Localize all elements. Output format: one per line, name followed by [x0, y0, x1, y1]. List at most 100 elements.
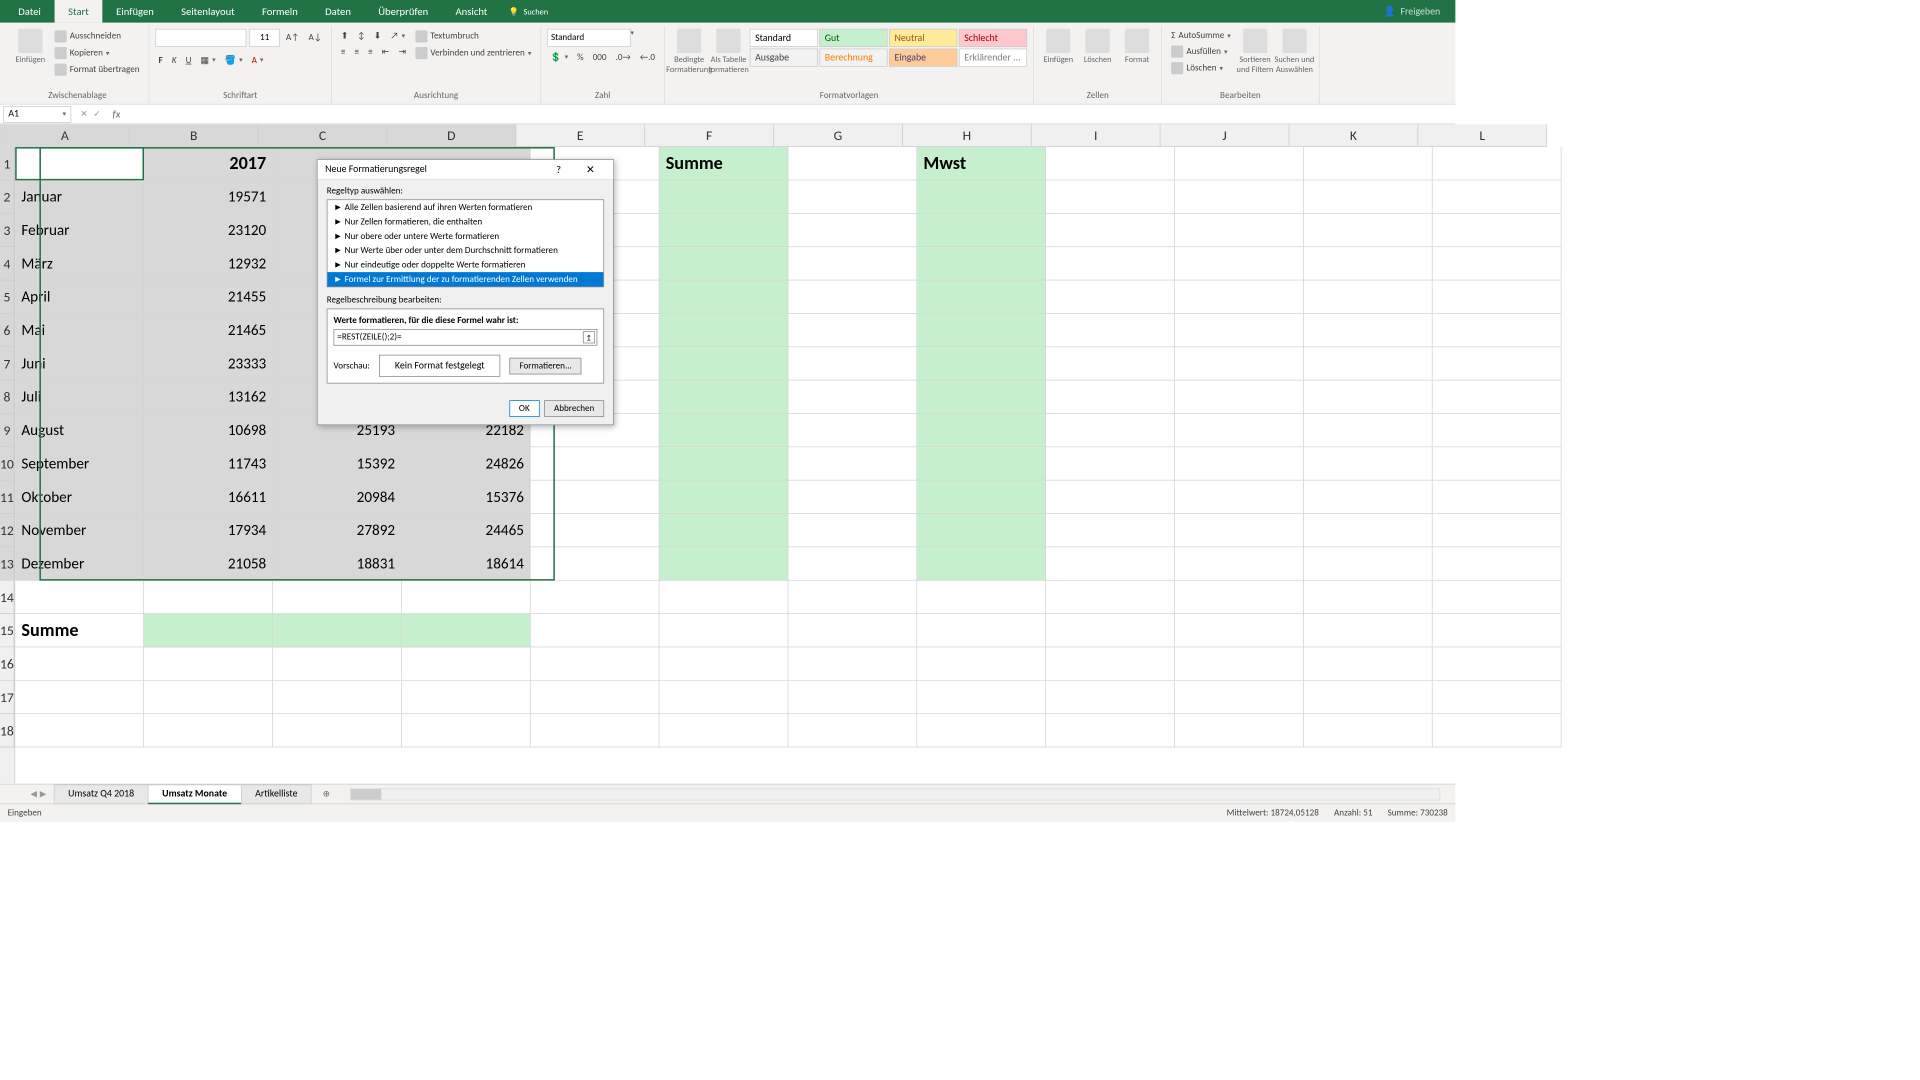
cell[interactable]	[789, 381, 918, 414]
cell[interactable]	[1046, 147, 1175, 180]
cell[interactable]	[531, 714, 660, 747]
cell[interactable]: 12932	[144, 247, 273, 280]
cell[interactable]	[1175, 514, 1304, 547]
number-format-select[interactable]	[547, 29, 630, 47]
cell[interactable]	[1175, 447, 1304, 480]
cell[interactable]	[789, 447, 918, 480]
fill-button[interactable]: Ausfüllen▾	[1168, 44, 1234, 59]
cell[interactable]	[789, 714, 918, 747]
cell[interactable]: Oktober	[15, 481, 144, 514]
align-bottom-button[interactable]: ⬇	[371, 29, 385, 43]
cell[interactable]	[789, 347, 918, 380]
font-size-select[interactable]	[249, 29, 279, 47]
cell[interactable]	[789, 581, 918, 614]
cell[interactable]	[1304, 614, 1433, 647]
cell[interactable]: 10698	[144, 414, 273, 447]
col-header-H[interactable]: H	[903, 124, 1032, 147]
row-header-15[interactable]: 15	[0, 614, 15, 647]
fill-color-button[interactable]: 🪣▾	[222, 53, 246, 67]
row-header-16[interactable]: 16	[0, 647, 15, 680]
cell[interactable]	[1433, 581, 1562, 614]
cell[interactable]	[531, 647, 660, 680]
row-header-8[interactable]: 8	[0, 381, 15, 414]
cell[interactable]	[789, 647, 918, 680]
cell[interactable]	[660, 581, 789, 614]
cell[interactable]	[15, 647, 144, 680]
cell-style-7[interactable]: Erklärender ...	[959, 49, 1027, 67]
cell[interactable]	[531, 547, 660, 580]
rule-option-0[interactable]: ► Alle Zellen basierend auf ihren Werten…	[327, 200, 603, 214]
cell[interactable]	[789, 414, 918, 447]
rule-type-list[interactable]: ► Alle Zellen basierend auf ihren Werten…	[327, 199, 604, 287]
cell[interactable]	[1304, 347, 1433, 380]
comma-button[interactable]: 000	[590, 50, 610, 64]
tab-daten[interactable]: Daten	[311, 0, 364, 23]
cell[interactable]	[1304, 247, 1433, 280]
cell[interactable]	[1304, 547, 1433, 580]
cell[interactable]	[917, 214, 1046, 247]
cell[interactable]	[1433, 414, 1562, 447]
cell[interactable]	[917, 247, 1046, 280]
cell[interactable]	[1433, 547, 1562, 580]
col-header-G[interactable]: G	[774, 124, 903, 147]
cell[interactable]: September	[15, 447, 144, 480]
cell[interactable]	[660, 381, 789, 414]
cell[interactable]: 15376	[402, 481, 531, 514]
cell[interactable]: 24826	[402, 447, 531, 480]
cell[interactable]: 21465	[144, 314, 273, 347]
cell[interactable]	[531, 581, 660, 614]
cell[interactable]	[1046, 647, 1175, 680]
cell[interactable]	[144, 714, 273, 747]
cell[interactable]	[531, 614, 660, 647]
cell[interactable]: Februar	[15, 214, 144, 247]
cell[interactable]: 18614	[402, 547, 531, 580]
cell[interactable]	[1175, 547, 1304, 580]
sheet-next-icon[interactable]: ▶	[40, 789, 46, 799]
font-family-select[interactable]	[155, 29, 246, 47]
cell-style-1[interactable]: Gut	[820, 29, 888, 47]
tab-ansicht[interactable]: Ansicht	[442, 0, 501, 23]
find-select-button[interactable]: Suchen und Auswählen	[1276, 29, 1312, 74]
cell[interactable]	[402, 614, 531, 647]
cell[interactable]	[789, 547, 918, 580]
cell[interactable]	[917, 514, 1046, 547]
sheet-tab-2[interactable]: Artikelliste	[241, 784, 312, 804]
border-button[interactable]: ▦▾	[198, 53, 219, 67]
cell[interactable]	[1304, 314, 1433, 347]
cancel-button[interactable]: Abbrechen	[544, 400, 604, 417]
decrease-decimal-button[interactable]: ←.0	[637, 50, 658, 64]
rule-option-4[interactable]: ► Nur eindeutige oder doppelte Werte for…	[327, 258, 603, 272]
format-button[interactable]: Formatieren...	[510, 357, 582, 374]
col-header-J[interactable]: J	[1160, 124, 1289, 147]
tab-überprüfen[interactable]: Überprüfen	[365, 0, 442, 23]
cell[interactable]	[1304, 214, 1433, 247]
align-middle-button[interactable]: ↕	[355, 29, 368, 43]
cell[interactable]	[917, 314, 1046, 347]
cell[interactable]	[1175, 147, 1304, 180]
row-header-7[interactable]: 7	[0, 347, 15, 380]
cell[interactable]	[1046, 414, 1175, 447]
cell[interactable]: August	[15, 414, 144, 447]
cell[interactable]: 24465	[402, 514, 531, 547]
cell-style-3[interactable]: Schlecht	[959, 29, 1027, 47]
row-header-10[interactable]: 10	[0, 447, 15, 480]
cell[interactable]: Summe	[15, 614, 144, 647]
cell[interactable]	[789, 514, 918, 547]
tab-datei[interactable]: Datei	[5, 0, 55, 23]
cell[interactable]	[789, 614, 918, 647]
cell[interactable]	[1433, 447, 1562, 480]
cell[interactable]	[15, 147, 144, 180]
cell[interactable]	[1304, 180, 1433, 213]
cell[interactable]	[1175, 247, 1304, 280]
row-header-2[interactable]: 2	[0, 180, 15, 213]
cell[interactable]	[1175, 214, 1304, 247]
cell[interactable]	[1304, 414, 1433, 447]
cell[interactable]	[1175, 280, 1304, 313]
cell[interactable]	[917, 714, 1046, 747]
cell[interactable]	[660, 514, 789, 547]
rule-option-5[interactable]: ► Formel zur Ermittlung der zu formatier…	[327, 272, 603, 286]
format-painter-button[interactable]: Format übertragen	[52, 62, 143, 77]
col-header-B[interactable]: B	[130, 124, 259, 147]
row-header-4[interactable]: 4	[0, 247, 15, 280]
cell-style-2[interactable]: Neutral	[889, 29, 957, 47]
